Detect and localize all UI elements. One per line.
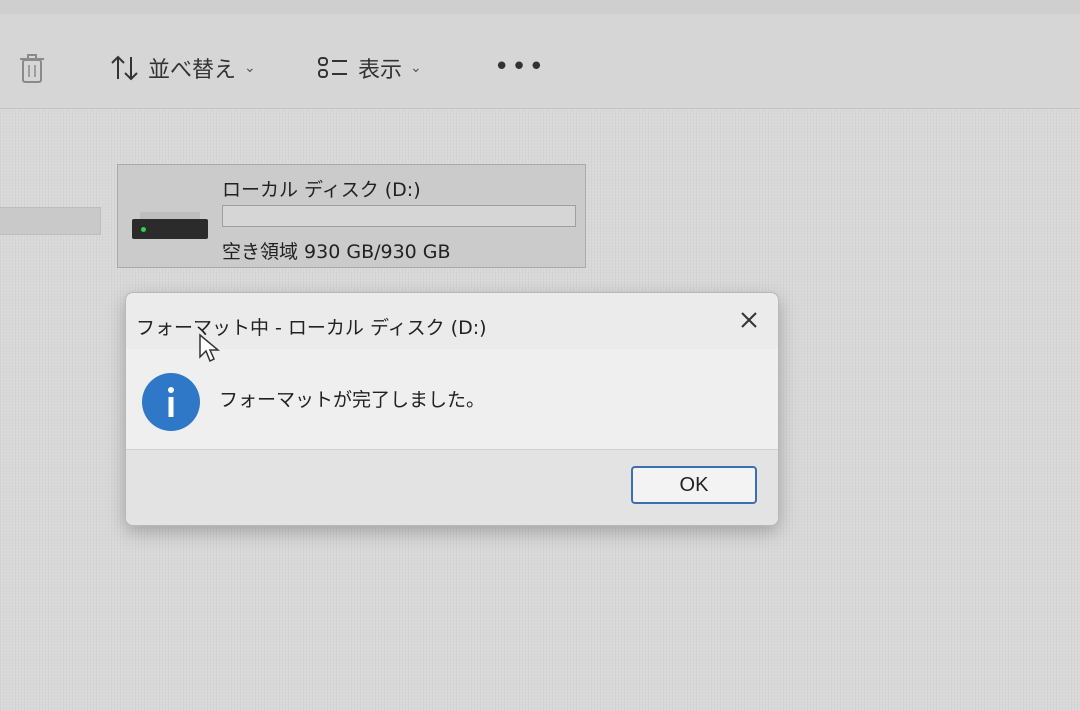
dialog-message: フォーマットが完了しました。 xyxy=(219,389,486,411)
ok-button[interactable]: OK xyxy=(631,466,757,504)
command-bar: 並べ替え ⌄ 表示 ⌄ ••• xyxy=(0,0,1080,109)
more-options-button[interactable]: ••• xyxy=(494,52,546,82)
drive-usage-bar xyxy=(222,205,576,227)
info-icon xyxy=(142,373,200,431)
chevron-down-icon: ⌄ xyxy=(410,60,422,76)
format-complete-dialog: フォーマット中 - ローカル ディスク (D:) フォーマットが完了しました。 … xyxy=(125,292,779,526)
close-icon xyxy=(739,310,759,334)
drive-led xyxy=(141,227,146,232)
dialog-footer: OK xyxy=(126,449,778,525)
drive-tile-d[interactable]: ローカル ディスク (D:) 空き領域 930 GB/930 GB xyxy=(117,164,586,268)
sort-button[interactable]: 並べ替え ⌄ xyxy=(110,52,256,84)
toolbar-edge xyxy=(0,0,1080,14)
close-button[interactable] xyxy=(732,307,766,337)
nav-pane-selection[interactable] xyxy=(0,207,101,235)
view-button[interactable]: 表示 ⌄ xyxy=(316,52,422,84)
trash-icon xyxy=(18,52,46,84)
chevron-down-icon: ⌄ xyxy=(244,60,256,76)
delete-button[interactable] xyxy=(18,52,46,84)
hard-drive-icon xyxy=(132,219,208,239)
sort-arrows-icon xyxy=(110,54,140,82)
mouse-cursor-icon xyxy=(198,333,221,367)
dialog-body: フォーマットが完了しました。 xyxy=(126,349,778,449)
drive-free-space: 空き領域 930 GB/930 GB xyxy=(222,241,451,263)
view-label: 表示 xyxy=(358,58,403,83)
dialog-title: フォーマット中 - ローカル ディスク (D:) xyxy=(136,317,487,339)
drive-name: ローカル ディスク (D:) xyxy=(222,179,421,201)
view-list-icon xyxy=(316,54,350,82)
sort-label: 並べ替え xyxy=(148,58,237,83)
